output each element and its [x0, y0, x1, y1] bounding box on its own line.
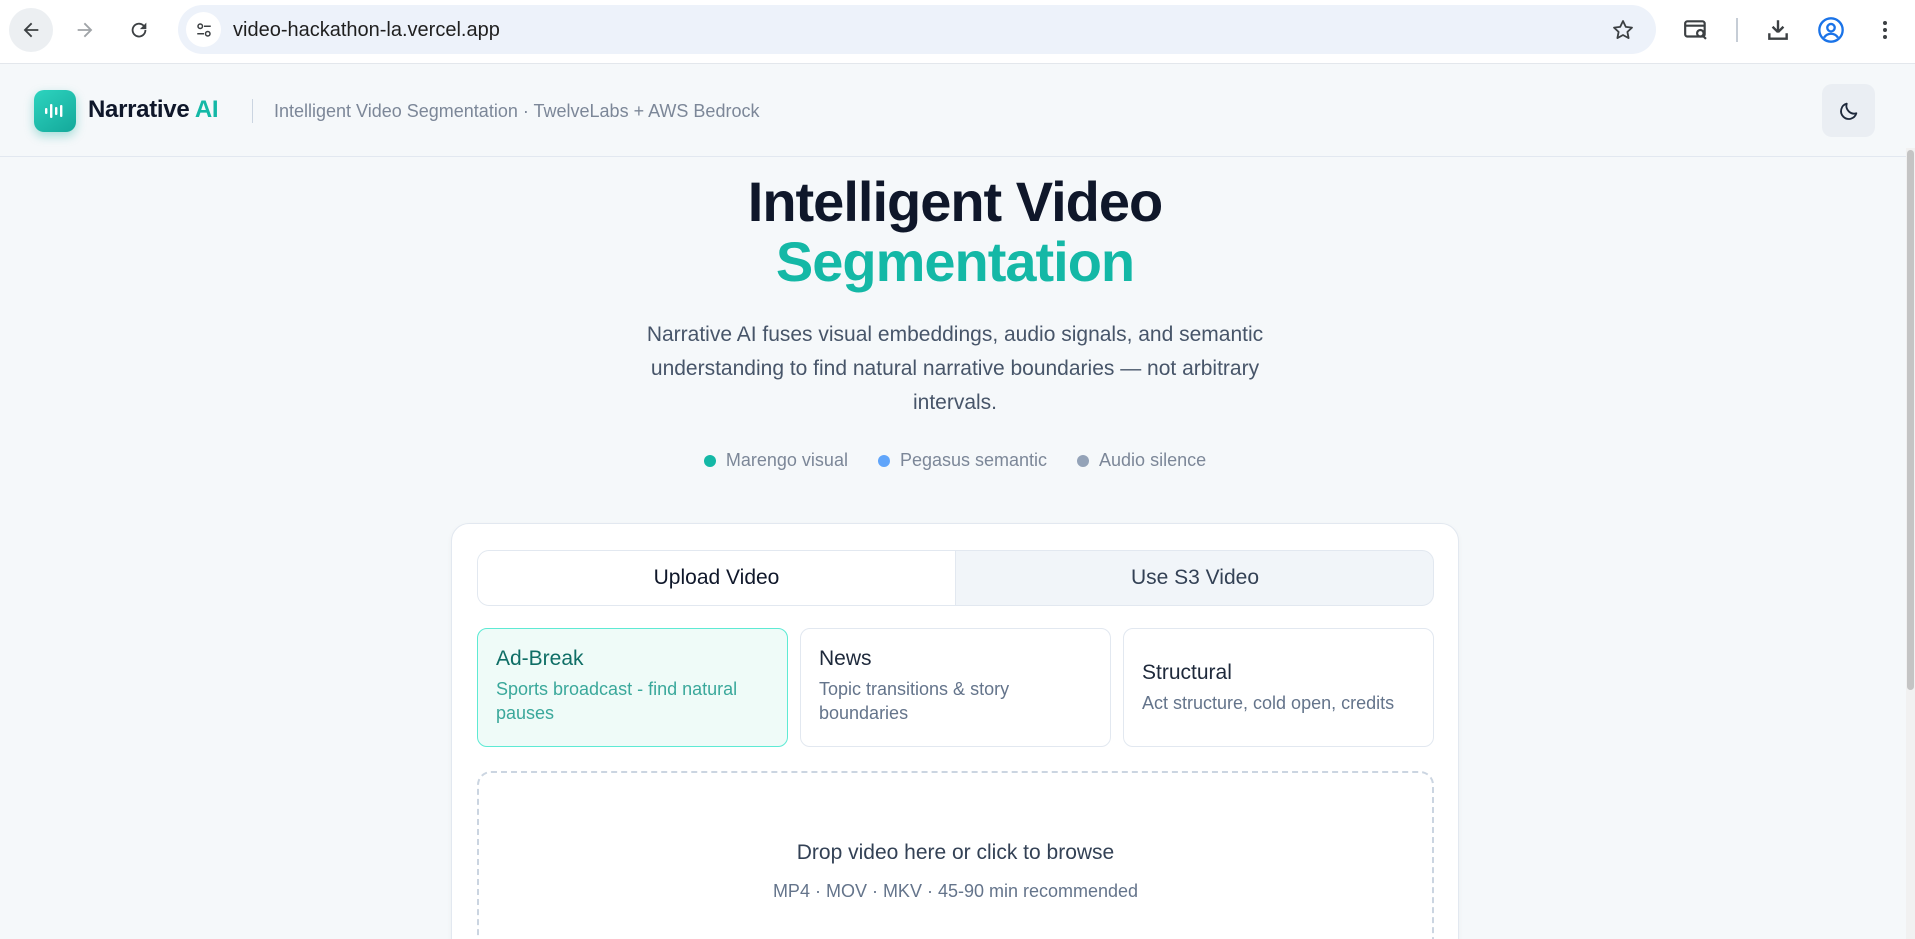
mode-description: Topic transitions & story boundaries	[819, 679, 1010, 723]
legend-label: Marengo visual	[725, 450, 848, 470]
legend-label: Pegasus semantic	[899, 450, 1048, 470]
tab-search-icon	[1684, 20, 1707, 40]
mode-card-news[interactable]: News Topic transitions & story boundarie…	[800, 628, 1111, 747]
header-divider	[252, 99, 253, 123]
menu-button[interactable]	[1867, 12, 1903, 48]
site-info-button[interactable]	[186, 12, 221, 47]
logo[interactable]	[34, 90, 76, 132]
download-icon	[1768, 20, 1788, 40]
downloads-button[interactable]	[1760, 12, 1796, 48]
dropzone-formats: MP4 · MOV · MKV · 45-90 min recommended	[772, 881, 1139, 901]
brand-accent: AI	[194, 96, 219, 123]
source-tabs: Upload Video Use S3 Video	[477, 550, 1434, 606]
header-subtitle: Intelligent Video Segmentation · TwelveL…	[274, 101, 760, 121]
tab-upload-video[interactable]: Upload Video	[478, 551, 956, 605]
waveform-icon	[45, 104, 63, 118]
mode-title: Structural	[1142, 660, 1232, 684]
address-bar[interactable]: video-hackathon-la.vercel.app	[178, 5, 1656, 54]
hero-description: Narrative AI fuses visual embeddings, au…	[646, 323, 1264, 414]
app-header: Narrative AI Intelligent Video Segmentat…	[0, 64, 1915, 157]
moon-icon	[1839, 102, 1857, 120]
bookmark-button[interactable]	[1608, 15, 1638, 45]
dropzone-text: Drop video here or click to browse	[796, 841, 1115, 864]
toolbar-divider	[1736, 18, 1738, 42]
signal-legend: Marengo visual Pegasus semantic Audio si…	[0, 450, 1910, 471]
profile-button[interactable]	[1813, 12, 1849, 48]
reload-icon	[131, 22, 147, 38]
legend-dot	[877, 454, 890, 467]
tab-search-button[interactable]	[1678, 12, 1714, 48]
reload-button[interactable]	[117, 8, 161, 52]
legend-item-pegasus: Pegasus semantic	[877, 450, 1048, 471]
browser-toolbar: video-hackathon-la.vercel.app	[0, 0, 1915, 64]
mode-description: Act structure, cold open, credits	[1142, 692, 1395, 713]
more-vert-icon	[1883, 21, 1887, 39]
tab-use-s3-video[interactable]: Use S3 Video	[956, 551, 1433, 605]
legend-dot	[703, 454, 716, 467]
account-icon	[1818, 17, 1844, 43]
brand-main: Narrative	[88, 96, 195, 123]
hero-title-accent: Segmentation	[775, 230, 1135, 293]
url-text[interactable]: video-hackathon-la.vercel.app	[233, 19, 500, 42]
hero-title: Intelligent Video	[747, 170, 1163, 233]
legend-item-marengo: Marengo visual	[703, 450, 848, 471]
tune-icon	[196, 22, 211, 37]
star-icon	[1613, 20, 1633, 39]
mode-card-structural[interactable]: Structural Act structure, cold open, cre…	[1123, 628, 1434, 747]
mode-title: Ad-Break	[496, 647, 584, 670]
mode-title: News	[819, 647, 872, 670]
brand-name[interactable]: Narrative AI	[88, 96, 219, 124]
mode-description: Sports broadcast - find natural pauses	[496, 679, 738, 723]
video-dropzone[interactable]: Drop video here or click to browse MP4 ·…	[477, 771, 1434, 939]
forward-button[interactable]	[63, 8, 107, 52]
upload-card: Upload Video Use S3 Video Ad-Break Sport…	[451, 523, 1459, 939]
arrow-right-icon	[77, 22, 93, 38]
arrow-left-icon	[23, 22, 39, 38]
legend-label: Audio silence	[1099, 450, 1207, 470]
mode-card-ad-break[interactable]: Ad-Break Sports broadcast - find natural…	[477, 628, 788, 747]
scrollbar-thumb[interactable]	[1907, 150, 1914, 690]
theme-toggle-button[interactable]	[1822, 84, 1875, 137]
back-button[interactable]	[9, 8, 53, 52]
legend-dot	[1077, 454, 1090, 467]
legend-item-audio: Audio silence	[1077, 450, 1206, 471]
